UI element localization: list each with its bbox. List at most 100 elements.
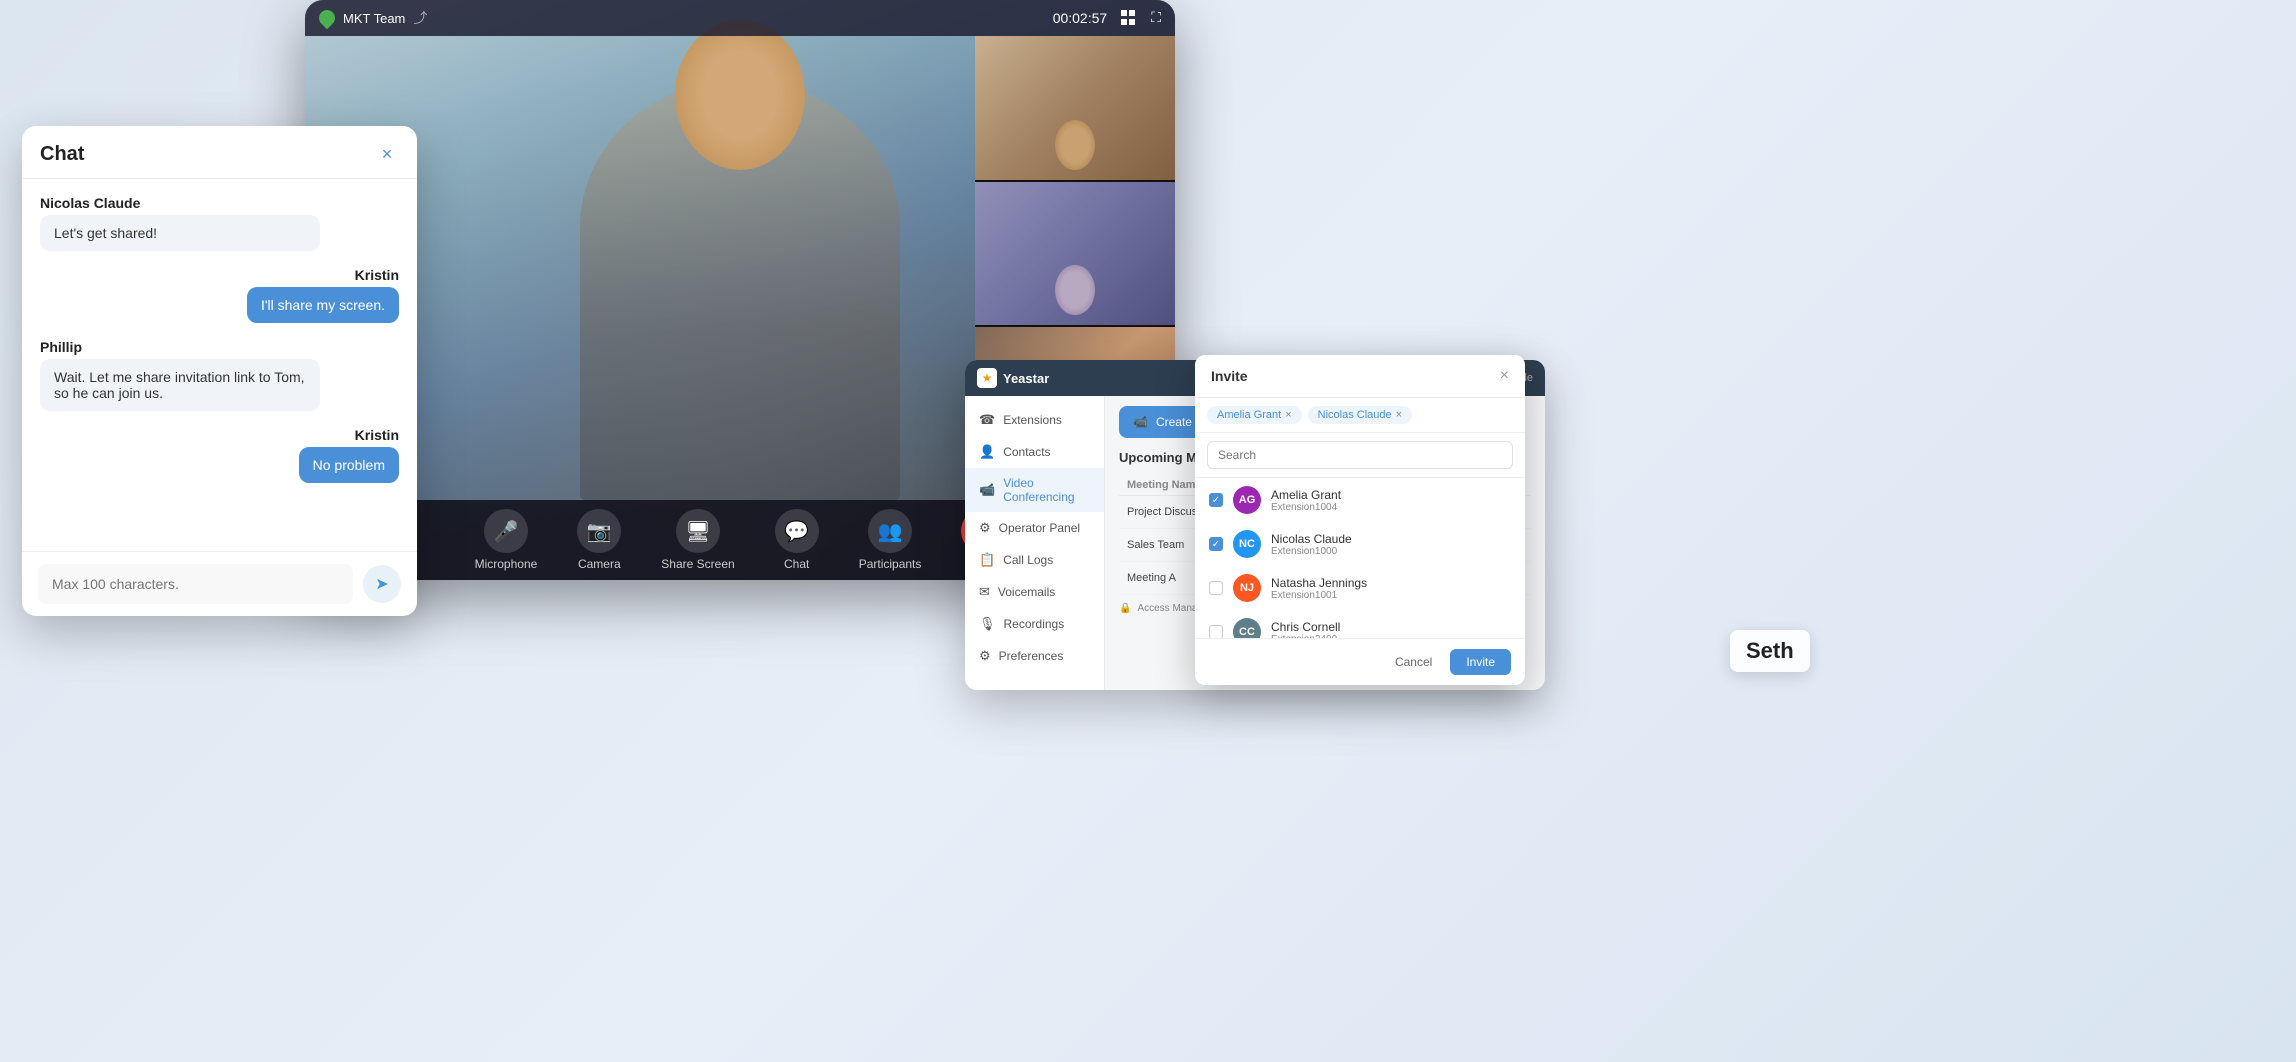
avatar-4: CC: [1233, 618, 1261, 638]
person-ext-3: Extension1001: [1271, 590, 1511, 601]
sender-2: Kristin: [355, 267, 399, 283]
timer: 00:02:57: [1053, 10, 1108, 26]
chat-title: Chat: [40, 143, 84, 166]
yeastar-brand: Yeastar: [1003, 371, 1049, 386]
yeastar-sidebar: ☎ Extensions 👤 Contacts 📹 Video Conferen…: [965, 396, 1105, 690]
checkbox-3[interactable]: [1209, 581, 1223, 595]
camera-label: Camera: [578, 557, 621, 571]
chat-input-area: ➤: [22, 551, 417, 616]
list-item[interactable]: ✓ NC Nicolas Claude Extension1000: [1195, 522, 1525, 566]
send-button[interactable]: ➤: [363, 565, 401, 603]
person-name-2: Nicolas Claude: [1271, 532, 1511, 546]
list-item[interactable]: ✓ AG Amelia Grant Extension1004: [1195, 478, 1525, 522]
camera-icon: 📷: [577, 509, 621, 553]
avatar-1: AG: [1233, 486, 1261, 514]
message-group-2: Kristin I'll share my screen.: [40, 267, 399, 323]
expand-icon[interactable]: [1151, 9, 1161, 27]
person-info-1: Amelia Grant Extension1004: [1271, 488, 1511, 513]
microphone-button[interactable]: 🎤 Microphone: [475, 509, 538, 571]
voicemails-icon: ✉: [979, 584, 990, 600]
person-ext-2: Extension1000: [1271, 546, 1511, 557]
list-item[interactable]: NJ Natasha Jennings Extension1001: [1195, 566, 1525, 610]
chat-panel: Chat × Nicolas Claude Let's get shared! …: [22, 126, 417, 616]
checkbox-1[interactable]: ✓: [1209, 493, 1223, 507]
person-info-4: Chris Cornell Extension2400: [1271, 620, 1511, 639]
sidebar-item-operator[interactable]: ⚙ Operator Panel: [965, 512, 1104, 544]
extensions-label: Extensions: [1003, 413, 1062, 427]
sidebar-item-extensions[interactable]: ☎ Extensions: [965, 404, 1104, 436]
camera-button[interactable]: 📷 Camera: [577, 509, 621, 571]
message-1: Let's get shared!: [40, 215, 320, 251]
contacts-label: Contacts: [1003, 445, 1050, 459]
sidebar-item-calllogs[interactable]: 📋 Call Logs: [965, 544, 1104, 576]
avatar-3: NJ: [1233, 574, 1261, 602]
sender-1: Nicolas Claude: [40, 195, 399, 211]
invite-title: Invite: [1211, 368, 1248, 384]
recordings-label: Recordings: [1004, 617, 1065, 631]
participants-button[interactable]: 👥 Participants: [859, 509, 922, 571]
checkbox-4[interactable]: [1209, 625, 1223, 638]
person-info-3: Natasha Jennings Extension1001: [1271, 576, 1511, 601]
participants-icon: 👥: [868, 509, 912, 553]
chat-input[interactable]: [38, 564, 353, 604]
sidebar-item-recordings[interactable]: 🎙 Recordings: [965, 608, 1104, 640]
sidebar-item-video[interactable]: 📹 Video Conferencing: [965, 468, 1104, 512]
calllogs-icon: 📋: [979, 552, 995, 568]
person-name-4: Chris Cornell: [1271, 620, 1511, 634]
tag-nicolas-remove[interactable]: ×: [1396, 409, 1402, 421]
person-name-1: Amelia Grant: [1271, 488, 1511, 502]
chat-button[interactable]: 💬 Chat: [775, 509, 819, 571]
sidebar-item-preferences[interactable]: ⚙ Preferences: [965, 640, 1104, 672]
calllogs-label: Call Logs: [1003, 553, 1053, 567]
invite-search: [1195, 433, 1525, 478]
tag-amelia-remove[interactable]: ×: [1285, 409, 1291, 421]
extensions-icon: ☎: [979, 412, 995, 428]
person-ext-4: Extension2400: [1271, 634, 1511, 639]
participants-label: Participants: [859, 557, 922, 571]
share-screen-icon: 🖥: [676, 509, 720, 553]
person-name-3: Natasha Jennings: [1271, 576, 1511, 590]
sidebar-item-voicemails[interactable]: ✉ Voicemails: [965, 576, 1104, 608]
message-group-4: Kristin No problem: [40, 427, 399, 483]
person-ext-1: Extension1004: [1271, 502, 1511, 513]
invite-button[interactable]: Invite: [1450, 649, 1511, 675]
contacts-icon: 👤: [979, 444, 995, 460]
invite-search-input[interactable]: [1207, 441, 1513, 469]
chat-close-button[interactable]: ×: [375, 142, 399, 166]
invite-close-button[interactable]: ×: [1500, 367, 1509, 385]
tag-nicolas-label: Nicolas Claude: [1318, 409, 1392, 421]
chat-messages: Nicolas Claude Let's get shared! Kristin…: [22, 179, 417, 551]
invite-list: ✓ AG Amelia Grant Extension1004 ✓ NC Nic…: [1195, 478, 1525, 638]
tag-amelia: Amelia Grant ×: [1207, 406, 1302, 424]
video-icon: 📹: [979, 482, 995, 498]
share-screen-label: Share Screen: [661, 557, 734, 571]
video-title-right: 00:02:57: [1053, 9, 1161, 27]
cancel-button[interactable]: Cancel: [1385, 649, 1442, 675]
yeastar-logo-icon: ★: [977, 368, 997, 388]
message-group-1: Nicolas Claude Let's get shared!: [40, 195, 399, 251]
operator-label: Operator Panel: [999, 521, 1080, 535]
chat-header: Chat ×: [22, 126, 417, 179]
video-meeting-title: MKT Team: [343, 11, 405, 26]
grid-icon[interactable]: [1121, 10, 1137, 26]
recordings-icon: 🎙: [979, 616, 996, 632]
chat-icon: 💬: [775, 509, 819, 553]
preferences-label: Preferences: [999, 649, 1064, 663]
share-screen-button[interactable]: 🖥 Share Screen: [661, 509, 734, 571]
sidebar-item-contacts[interactable]: 👤 Contacts: [965, 436, 1104, 468]
person-head: [675, 20, 805, 170]
message-4: No problem: [299, 447, 399, 483]
instant-icon: 📹: [1133, 415, 1148, 429]
yeastar-star-icon: ★: [982, 371, 993, 385]
share-icon[interactable]: ⤴: [413, 8, 427, 28]
video-label: Video Conferencing: [1003, 476, 1090, 504]
video-titlebar: MKT Team ⤴ 00:02:57: [305, 0, 1175, 36]
microphone-label: Microphone: [475, 557, 538, 571]
invite-header: Invite ×: [1195, 355, 1525, 398]
seth-name: Seth: [1746, 638, 1794, 663]
thumb-1: [975, 36, 1175, 180]
sender-4: Kristin: [355, 427, 399, 443]
checkbox-2[interactable]: ✓: [1209, 537, 1223, 551]
list-item[interactable]: CC Chris Cornell Extension2400: [1195, 610, 1525, 638]
tag-amelia-label: Amelia Grant: [1217, 409, 1281, 421]
